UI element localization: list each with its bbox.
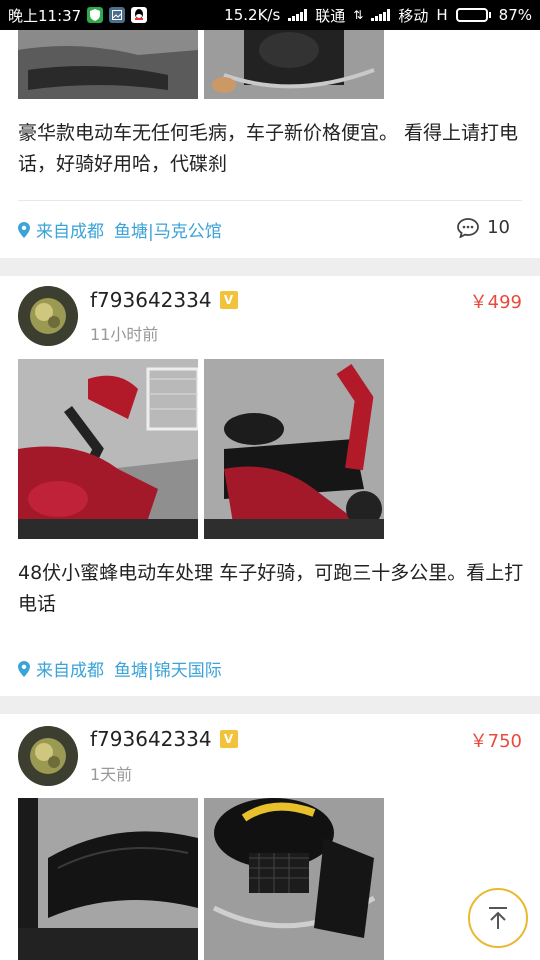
shield-app-icon [87,7,104,23]
post-card[interactable]: f793642334 V 1天前 ￥750 [0,714,540,960]
comment-count[interactable]: 10 [457,217,510,238]
post-photo[interactable] [204,798,384,960]
post-location[interactable]: 来自成都 鱼塘|锦天国际 [18,656,222,681]
carrier-1: 联通 [315,6,346,25]
battery-icon [455,8,491,22]
location-from: 来自成都 [36,661,104,681]
card-separator [0,258,540,276]
verified-badge-icon: V [219,730,238,748]
avatar[interactable] [18,286,78,346]
arrow-up-icon [489,907,507,929]
post-photo[interactable] [204,359,384,539]
status-time: 晚上11:37 [8,6,82,25]
price: ￥750 [469,731,522,752]
comment-icon [457,217,479,238]
network-type: H [436,6,448,24]
carrier-2: 移动 [398,6,429,25]
verified-badge-icon: V [219,291,238,309]
username[interactable]: f793642334 V [90,727,238,751]
post-photo[interactable] [18,359,198,539]
post-card[interactable]: 豪华款电动车无任何毛病，车子新价格便宜。 看得上请打电话，好骑好用哈，代碟刹 来… [0,0,540,258]
location-pin-icon [18,660,30,677]
post-card[interactable]: f793642334 V 11小时前 ￥499 48伏小蜜蜂电动车处理 车子好骑… [0,276,540,696]
post-photo[interactable] [18,30,198,99]
gallery-app-icon [109,7,126,23]
post-description: 48伏小蜜蜂电动车处理 车子好骑，可跑三十多公里。看上打电话 [18,562,524,615]
post-photo[interactable] [204,30,384,99]
qq-app-icon [131,7,148,23]
location-from: 来自成都 [36,222,104,242]
post-photo[interactable] [18,798,198,960]
location-place[interactable]: 鱼塘|锦天国际 [114,656,222,681]
status-bar: 晚上11:37 15.2K/s 联通 ⇅ 移动 H 87% [0,0,540,30]
divider [18,200,522,201]
card-separator [0,696,540,714]
back-to-top-button[interactable] [468,888,528,948]
data-arrows-icon: ⇅ [353,8,364,22]
signal-icon-2 [371,9,391,21]
battery-percent: 87% [498,6,532,24]
location-pin-icon [18,221,30,238]
avatar[interactable] [18,726,78,786]
post-description: 豪华款电动车无任何毛病，车子新价格便宜。 看得上请打电话，好骑好用哈，代碟刹 [18,122,519,175]
username[interactable]: f793642334 V [90,288,238,312]
post-location[interactable]: 来自成都 鱼塘|马克公馆 [18,217,222,242]
post-time: 11小时前 [90,325,159,344]
price: ￥499 [469,292,522,313]
network-speed: 15.2K/s [224,6,281,24]
location-place[interactable]: 鱼塘|马克公馆 [114,217,222,242]
post-time: 1天前 [90,765,133,784]
signal-icon [288,9,308,21]
